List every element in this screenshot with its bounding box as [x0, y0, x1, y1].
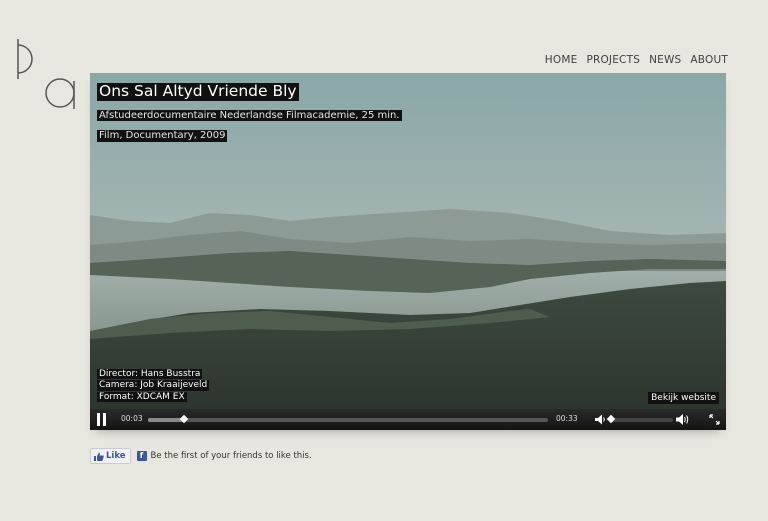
- like-label: Like: [106, 451, 126, 461]
- pause-icon[interactable]: [97, 413, 107, 426]
- video-subtitle-1: Afstudeerdocumentaire Nederlandse Filmac…: [97, 109, 402, 122]
- video-title-block: Ons Sal Altyd Vriende Bly Afstudeerdocum…: [97, 81, 402, 144]
- volume-slider[interactable]: [606, 414, 673, 424]
- credit-format: Format: XDCAM EX: [97, 391, 187, 402]
- fullscreen-icon[interactable]: [709, 414, 720, 425]
- credit-director: Director: Hans Busstra: [97, 368, 203, 380]
- video-subtitle-2: Film, Documentary, 2009: [97, 130, 228, 142]
- video-credits: Director: Hans Busstra Camera: Job Kraai…: [97, 368, 210, 403]
- nav-about[interactable]: ABOUT: [690, 54, 728, 66]
- volume-max-icon[interactable]: [676, 413, 690, 426]
- nav-news[interactable]: NEWS: [649, 54, 681, 66]
- website-button[interactable]: Bekijk website: [648, 392, 719, 404]
- facebook-icon: f: [136, 451, 147, 461]
- mute-icon[interactable]: [595, 414, 607, 425]
- nav-home[interactable]: HOME: [545, 54, 578, 66]
- seek-bar[interactable]: [148, 414, 548, 424]
- video-title: Ons Sal Altyd Vriende Bly: [97, 82, 299, 101]
- facebook-like: Like f Be the first of your friends to l…: [90, 448, 312, 464]
- main-nav: HOME PROJECTS NEWS ABOUT: [545, 54, 728, 66]
- video-player[interactable]: Ons Sal Altyd Vriende Bly Afstudeerdocum…: [90, 73, 726, 430]
- like-button[interactable]: Like: [90, 448, 131, 464]
- current-time: 00:03: [121, 414, 143, 423]
- volume-handle[interactable]: [606, 414, 616, 424]
- thumbs-up-icon: [94, 452, 104, 461]
- nav-projects[interactable]: PROJECTS: [586, 54, 640, 66]
- player-controls: 00:03 00:33: [90, 409, 726, 430]
- like-text: Be the first of your friends to like thi…: [150, 451, 312, 461]
- credit-camera: Camera: Job Kraaijeveld: [97, 380, 210, 391]
- pa-logo[interactable]: [14, 37, 78, 113]
- duration: 00:33: [556, 414, 578, 423]
